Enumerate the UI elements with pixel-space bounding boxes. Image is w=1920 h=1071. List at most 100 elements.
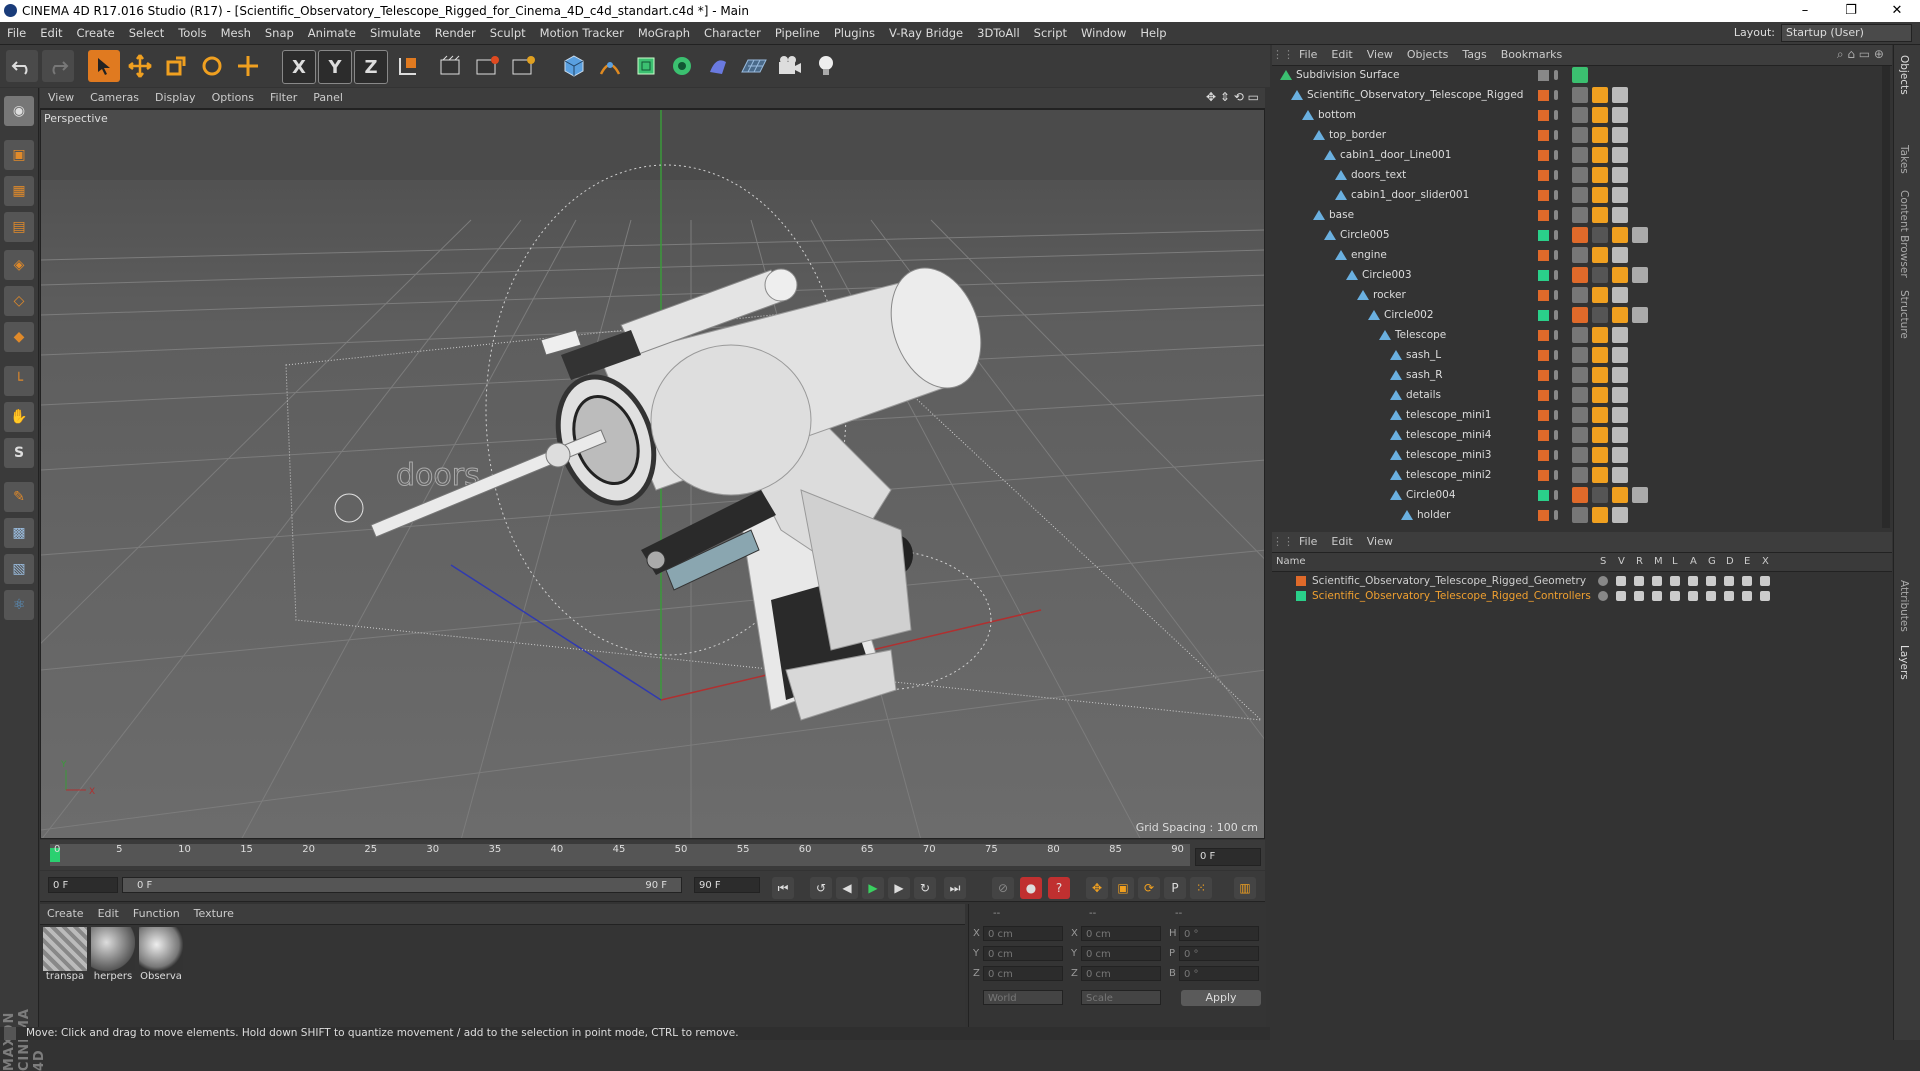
viewport-menu-item-2[interactable]: Display <box>147 88 204 108</box>
object-row[interactable]: bottom <box>1272 106 1892 126</box>
deformer-icon[interactable] <box>702 50 734 82</box>
object-row[interactable]: Subdivision Surface <box>1272 66 1892 86</box>
object-tag-icon[interactable] <box>1572 387 1588 403</box>
object-tag-icon[interactable] <box>1612 167 1628 183</box>
object-tag-icon[interactable] <box>1612 127 1628 143</box>
object-tag-icon[interactable] <box>1592 487 1608 503</box>
material-menu-item-1[interactable]: Edit <box>91 904 126 924</box>
material-menu-item-0[interactable]: Create <box>40 904 91 924</box>
render-settings-icon[interactable] <box>508 50 540 82</box>
layer-col-animation[interactable]: A <box>1690 556 1697 567</box>
layer-color-swatch[interactable] <box>1538 110 1549 121</box>
redo-icon[interactable] <box>42 50 74 82</box>
layer-flag-icon[interactable] <box>1598 591 1608 601</box>
object-row[interactable]: details <box>1272 386 1892 406</box>
visibility-dots-icon[interactable] <box>1554 490 1558 500</box>
object-tag-icon[interactable] <box>1592 187 1608 203</box>
layer-color-swatch[interactable] <box>1296 591 1306 601</box>
object-tag-icon[interactable] <box>1612 147 1628 163</box>
key-parameter-icon[interactable]: P <box>1164 877 1186 899</box>
goto-start-icon[interactable]: ⏮ <box>772 877 794 899</box>
object-tag-icon[interactable] <box>1612 267 1628 283</box>
object-row[interactable]: base <box>1272 206 1892 226</box>
frame-range-slider[interactable]: 0 F 90 F <box>122 877 682 893</box>
layer-flag-icon[interactable] <box>1706 576 1716 586</box>
object-tag-icon[interactable] <box>1592 267 1608 283</box>
rotation-p-field[interactable]: 0 ° <box>1179 946 1259 961</box>
layer-color-swatch[interactable] <box>1538 510 1549 521</box>
layer-color-swatch[interactable] <box>1538 430 1549 441</box>
object-tag-icon[interactable] <box>1592 127 1608 143</box>
key-scale-icon[interactable]: ▣ <box>1112 877 1134 899</box>
object-tag-icon[interactable] <box>1612 387 1628 403</box>
object-row[interactable]: sash_L <box>1272 346 1892 366</box>
prev-frame-icon[interactable]: ◀ <box>836 877 858 899</box>
position-x-field[interactable]: 0 cm <box>983 926 1063 941</box>
apply-button[interactable]: Apply <box>1181 990 1261 1006</box>
menu-item-16[interactable]: V-Ray Bridge <box>882 22 970 44</box>
viewport-menu-item-3[interactable]: Options <box>204 88 262 108</box>
layer-flag-icon[interactable] <box>1724 591 1734 601</box>
layer-color-swatch[interactable] <box>1538 490 1549 501</box>
object-tag-icon[interactable] <box>1592 327 1608 343</box>
layer-color-swatch[interactable] <box>1538 470 1549 481</box>
menu-item-11[interactable]: Motion Tracker <box>533 22 631 44</box>
visibility-dots-icon[interactable] <box>1554 330 1558 340</box>
key-rotation-icon[interactable]: ⟳ <box>1138 877 1160 899</box>
layer-flag-icon[interactable] <box>1742 576 1752 586</box>
x-axis-icon[interactable]: X <box>282 50 316 84</box>
object-tag-icon[interactable] <box>1592 147 1608 163</box>
layer-color-swatch[interactable] <box>1538 190 1549 201</box>
layer-flag-icon[interactable] <box>1616 576 1626 586</box>
object-tag-icon[interactable] <box>1612 367 1628 383</box>
object-tag-icon[interactable] <box>1572 347 1588 363</box>
prev-key-icon[interactable]: ↺ <box>810 877 832 899</box>
object-row[interactable]: telescope_mini4 <box>1272 426 1892 446</box>
menu-item-9[interactable]: Render <box>428 22 483 44</box>
visibility-dots-icon[interactable] <box>1554 90 1558 100</box>
object-manager-scrollbar[interactable] <box>1882 66 1890 528</box>
layer-flag-icon[interactable] <box>1616 591 1626 601</box>
material-swatch[interactable]: Observa <box>138 927 184 987</box>
z-axis-icon[interactable]: Z <box>354 50 388 84</box>
object-tag-icon[interactable] <box>1612 427 1628 443</box>
layer-menu-item-2[interactable]: View <box>1360 532 1400 552</box>
goto-end-icon[interactable]: ⏭ <box>944 877 966 899</box>
object-tag-icon[interactable] <box>1572 367 1588 383</box>
object-tag-icon[interactable] <box>1572 147 1588 163</box>
end-frame-field[interactable]: 90 F <box>694 877 760 893</box>
object-tag-icon[interactable] <box>1632 487 1648 503</box>
object-tag-icon[interactable] <box>1592 167 1608 183</box>
select-arrow-icon[interactable] <box>88 50 120 82</box>
object-row[interactable]: telescope_mini1 <box>1272 406 1892 426</box>
object-tag-icon[interactable] <box>1612 507 1628 523</box>
layer-col-view[interactable]: V <box>1618 556 1625 567</box>
object-tag-icon[interactable] <box>1612 327 1628 343</box>
size-mode-dropdown[interactable]: Scale <box>1081 990 1161 1005</box>
layer-color-swatch[interactable] <box>1538 130 1549 141</box>
layer-color-swatch[interactable] <box>1538 390 1549 401</box>
locked-workplane-icon[interactable]: ▧ <box>4 554 34 584</box>
visibility-dots-icon[interactable] <box>1554 190 1558 200</box>
object-tag-icon[interactable] <box>1572 167 1588 183</box>
object-tag-icon[interactable] <box>1572 127 1588 143</box>
object-tag-icon[interactable] <box>1592 107 1608 123</box>
visibility-dots-icon[interactable] <box>1554 170 1558 180</box>
object-menu-item-5[interactable]: Bookmarks <box>1494 45 1569 65</box>
workplane-icon[interactable]: ▤ <box>4 212 34 242</box>
menu-item-8[interactable]: Simulate <box>363 22 428 44</box>
object-row[interactable]: Scientific_Observatory_Telescope_Rigged <box>1272 86 1892 106</box>
rotation-b-field[interactable]: 0 ° <box>1179 966 1259 981</box>
visibility-dots-icon[interactable] <box>1554 270 1558 280</box>
menu-item-20[interactable]: Help <box>1133 22 1173 44</box>
visibility-dots-icon[interactable] <box>1554 290 1558 300</box>
object-row[interactable]: sash_R <box>1272 366 1892 386</box>
record-keys-icon[interactable]: ⊘ <box>992 877 1014 899</box>
snap-icon[interactable]: S <box>4 438 34 468</box>
object-row[interactable]: Telescope <box>1272 326 1892 346</box>
visibility-dots-icon[interactable] <box>1554 150 1558 160</box>
layout-selector[interactable]: Layout: Startup (User) <box>1734 24 1912 42</box>
menu-item-0[interactable]: File <box>0 22 33 44</box>
object-mode-icon[interactable]: ▣ <box>4 140 34 170</box>
visibility-dots-icon[interactable] <box>1554 250 1558 260</box>
